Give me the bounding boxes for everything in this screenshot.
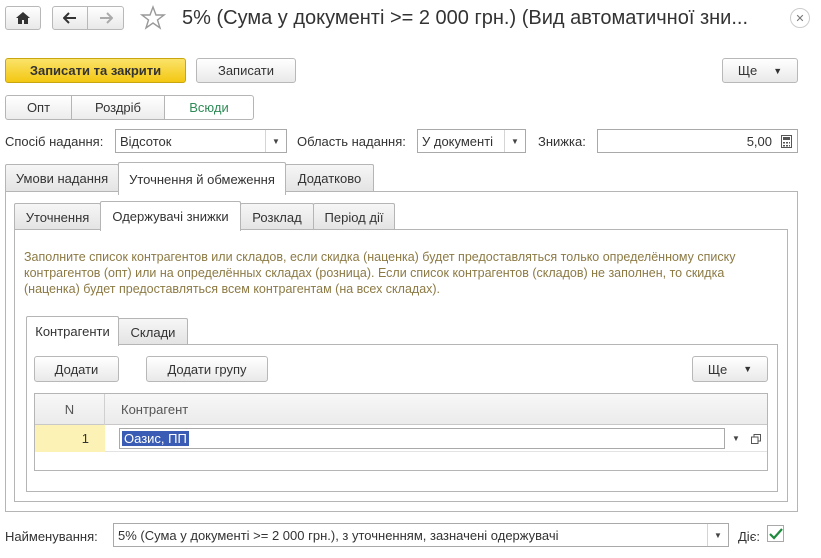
save-button[interactable]: Записати xyxy=(196,58,296,83)
checkmark-icon xyxy=(768,527,783,540)
chevron-down-icon[interactable]: ▼ xyxy=(707,524,728,546)
info-message: Заполните список контрагентов или складо… xyxy=(24,250,736,296)
counterparty-table: N Контрагент 1 Оазис, ПП ▼ xyxy=(34,393,768,471)
row-number-cell[interactable]: 1 xyxy=(35,425,105,452)
close-icon[interactable]: ✕ xyxy=(790,8,810,28)
back-button[interactable] xyxy=(52,6,88,30)
segment-wholesale[interactable]: Опт xyxy=(5,95,72,120)
tab-refinements[interactable]: Уточнення й обмеження xyxy=(118,162,286,195)
method-label: Спосіб надання: xyxy=(5,134,104,149)
save-and-close-button[interactable]: Записати та закрити xyxy=(5,58,186,83)
arrow-right-icon xyxy=(99,12,113,24)
more-label: Ще xyxy=(737,63,758,78)
subtab-refinement[interactable]: Уточнення xyxy=(14,203,101,230)
chevron-down-icon[interactable]: ▼ xyxy=(265,130,286,152)
counterparty-value[interactable]: Оазис, ПП xyxy=(122,431,189,446)
calculator-icon[interactable] xyxy=(776,130,797,152)
area-select[interactable]: У документі ▼ xyxy=(417,129,526,153)
tab-conditions[interactable]: Умови надання xyxy=(5,164,119,192)
tab-additional[interactable]: Додатково xyxy=(285,164,374,192)
forward-button[interactable] xyxy=(87,6,124,30)
column-header-n[interactable]: N xyxy=(35,394,105,425)
discount-value: 5,00 xyxy=(746,133,772,149)
area-label: Область надання: xyxy=(297,134,406,149)
subtab-period[interactable]: Період дії xyxy=(313,203,395,230)
add-group-button[interactable]: Додати групу xyxy=(146,356,268,382)
name-label: Найменування: xyxy=(5,529,98,544)
chevron-down-icon[interactable]: ▼ xyxy=(726,429,746,448)
name-input[interactable]: 5% (Сума у документі >= 2 000 грн.), з у… xyxy=(113,523,729,547)
discount-input[interactable]: 5,00 xyxy=(597,129,798,153)
chevron-down-icon[interactable]: ▼ xyxy=(504,130,525,152)
counterparty-cell[interactable]: Оазис, ПП ▼ xyxy=(105,425,767,452)
segment-retail[interactable]: Роздріб xyxy=(71,95,165,120)
tab-warehouses[interactable]: Склади xyxy=(118,318,188,345)
inner-more-label: Ще xyxy=(707,361,728,377)
active-label: Діє: xyxy=(738,529,760,544)
arrow-left-icon xyxy=(63,12,76,24)
home-button[interactable] xyxy=(5,6,41,30)
subtab-recipients[interactable]: Одержувачі знижки xyxy=(100,201,241,231)
discount-label: Знижка: xyxy=(538,134,586,149)
column-header-counterparty[interactable]: Контрагент xyxy=(105,394,767,425)
area-value: У документі xyxy=(422,133,494,149)
caret-down-icon: ▼ xyxy=(773,65,783,76)
method-select[interactable]: Відсоток ▼ xyxy=(115,129,287,153)
method-value: Відсоток xyxy=(120,133,172,149)
segment-everywhere[interactable]: Всюди xyxy=(164,95,254,120)
tab-counterparties[interactable]: Контрагенти xyxy=(26,316,119,346)
name-value: 5% (Сума у документі >= 2 000 грн.), з у… xyxy=(118,527,559,543)
active-checkbox[interactable] xyxy=(767,525,784,542)
add-button[interactable]: Додати xyxy=(34,356,119,382)
inner-more-button[interactable]: Ще ▼ xyxy=(692,356,768,382)
table-header: N Контрагент xyxy=(35,394,767,425)
caret-down-icon: ▼ xyxy=(743,364,753,374)
table-row[interactable]: 1 Оазис, ПП ▼ xyxy=(35,425,767,452)
subtab-schedule[interactable]: Розклад xyxy=(240,203,314,230)
more-button[interactable]: Ще ▼ xyxy=(722,58,798,83)
open-form-icon[interactable] xyxy=(746,429,766,448)
window-title: 5% (Сума у документі >= 2 000 грн.) (Вид… xyxy=(182,7,748,29)
favorite-star-icon[interactable] xyxy=(139,5,167,31)
home-icon xyxy=(16,12,30,24)
